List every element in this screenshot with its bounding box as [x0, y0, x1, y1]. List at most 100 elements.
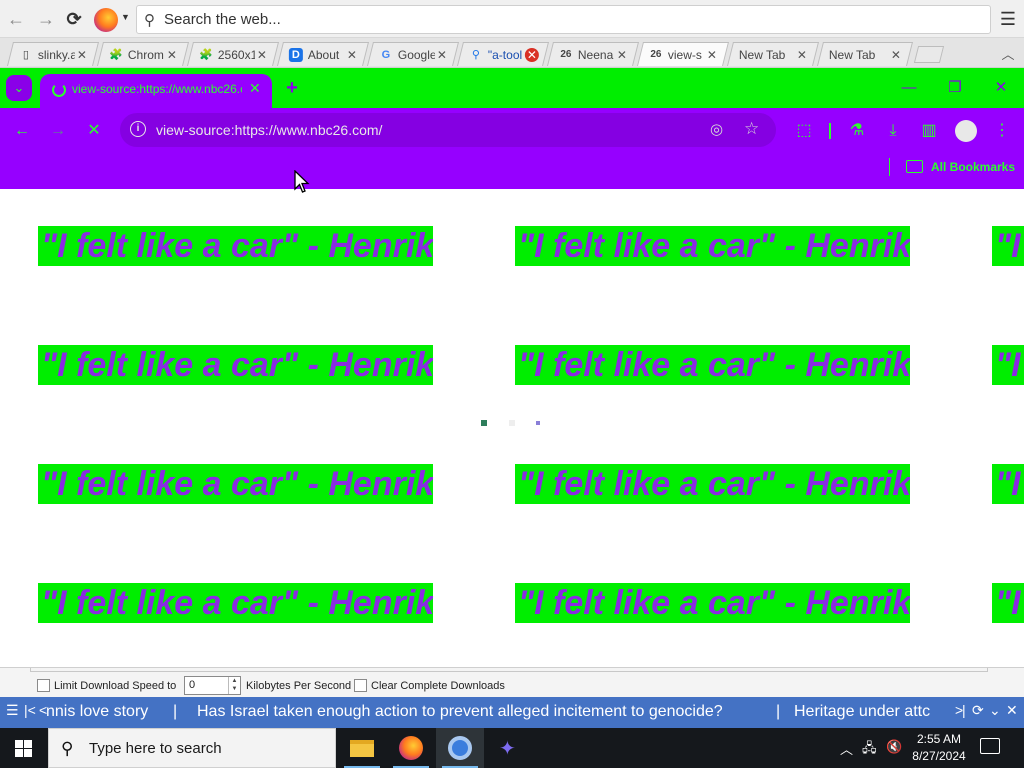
tab-google[interactable]: G Google ✕	[367, 42, 459, 66]
close-icon[interactable]: ✕	[615, 48, 629, 62]
hamburger-menu-icon[interactable]: ☰	[998, 8, 1018, 30]
tab-neena[interactable]: 26 Neena ✕	[547, 42, 639, 66]
panel-frame	[30, 668, 988, 672]
ticker-refresh-icon[interactable]: ⟳	[972, 702, 984, 719]
side-panel-icon[interactable]: ▥	[918, 120, 940, 142]
quote-banner: "I felt like a car" - Henrik	[992, 464, 1024, 504]
banner-text: "I felt like a car" - Henrik	[518, 227, 910, 265]
ticker-track: nnis love story | Has Israel taken enoug…	[20, 697, 952, 728]
tab-new-2[interactable]: New Tab ✕	[817, 42, 913, 66]
file-explorer-button[interactable]	[338, 728, 386, 768]
close-icon[interactable]: ✕	[795, 48, 809, 62]
tab-label: New Tab	[828, 47, 876, 62]
chrome-taskbar-button[interactable]	[436, 728, 484, 768]
tab-chrome-ext[interactable]: 🧩 Chrom ✕	[97, 42, 189, 66]
ticker-last-icon[interactable]: |	[962, 702, 966, 718]
ticker-item[interactable]: Heritage under attc	[794, 703, 930, 721]
site-info-icon[interactable]: i	[130, 121, 146, 137]
tab-a-tool[interactable]: ⚲ "a-tool ✕	[457, 42, 549, 66]
speed-value[interactable]: 0	[189, 679, 195, 691]
close-icon[interactable]: ✕	[524, 47, 539, 62]
puzzle-icon: 🧩	[199, 48, 213, 61]
firefox-taskbar-button[interactable]	[387, 728, 435, 768]
ticker-collapse-icon[interactable]: ⌄	[989, 702, 1001, 719]
d-logo-icon: D	[288, 47, 303, 62]
search-input[interactable]: ⚲ Search the web...	[136, 5, 991, 34]
stop-loading-icon[interactable]: ✕	[83, 120, 105, 142]
unit-label: Kilobytes Per Second	[246, 680, 352, 692]
limit-speed-label: Limit Download Speed to	[54, 680, 177, 692]
ticker-item[interactable]: nnis love story	[46, 703, 148, 721]
search-placeholder: Search the web...	[164, 11, 281, 28]
quote-banner: "I felt like a car" - Henrik	[515, 583, 910, 623]
forward-arrow-icon[interactable]: →	[36, 9, 56, 29]
windows-taskbar: ⚲ Type here to search ✦ ︿ 🖧 🔇 2:55 AM 8/…	[0, 728, 1024, 768]
chevron-down-icon[interactable]: ▼	[121, 12, 130, 22]
download-icon[interactable]: ⤓	[882, 120, 904, 142]
mouse-cursor-icon	[294, 170, 310, 193]
banner-text: "I felt like a car" - Henrik	[995, 227, 1024, 265]
limit-speed-checkbox[interactable]	[37, 679, 50, 692]
firefox-logo-icon[interactable]	[94, 8, 118, 32]
spin-arrows-icon[interactable]: ▲ ▼	[228, 677, 240, 694]
tab-label: New Tab	[738, 47, 786, 62]
close-icon[interactable]: ✕	[75, 48, 89, 62]
back-arrow-icon[interactable]: ←	[11, 120, 33, 142]
volume-muted-icon[interactable]: 🔇	[886, 739, 902, 755]
network-icon[interactable]: 🖧	[862, 739, 877, 761]
folder-icon[interactable]	[906, 160, 923, 173]
kebab-menu-icon[interactable]: ⋮	[991, 120, 1013, 142]
profile-avatar-icon[interactable]	[955, 120, 977, 142]
close-icon[interactable]: ✕	[435, 48, 449, 62]
reload-icon[interactable]: ⟳	[64, 9, 84, 29]
clock-date[interactable]: 8/27/2024	[908, 749, 970, 763]
tab-search-icon[interactable]: ⌄	[6, 75, 32, 101]
close-icon[interactable]: ✕	[255, 48, 269, 62]
ticker-menu-icon[interactable]: ☰	[6, 702, 19, 719]
close-icon[interactable]: ✕	[345, 48, 359, 62]
star-icon[interactable]: ☆	[744, 119, 759, 139]
tab-about[interactable]: D About ✕	[277, 42, 369, 66]
ticker-close-icon[interactable]: ✕	[1006, 702, 1018, 719]
clock-time[interactable]: 2:55 AM	[914, 732, 964, 746]
url-text[interactable]: view-source:https://www.nbc26.com/	[156, 122, 382, 138]
page-viewport: "I felt like a car" - Henrik "I felt lik…	[0, 189, 1024, 667]
chrome-logo-icon	[448, 736, 472, 760]
close-icon[interactable]: ✕	[165, 48, 179, 62]
chevron-up-icon[interactable]: ︿	[998, 44, 1018, 63]
tab-title: view-source:https://www.nbc26.com/	[72, 82, 242, 96]
start-button[interactable]	[0, 728, 48, 768]
pinned-app-button[interactable]: ✦	[485, 728, 533, 768]
notification-center-icon[interactable]	[980, 738, 1000, 754]
firefox-logo-icon	[399, 736, 423, 760]
address-bar[interactable]: i view-source:https://www.nbc26.com/ ◎ ☆	[120, 113, 776, 147]
ticker-item[interactable]: Has Israel taken enough action to preven…	[197, 703, 723, 721]
bird-app-icon: ✦	[499, 738, 516, 760]
forward-arrow-icon[interactable]: →	[47, 120, 69, 142]
tab-slinky[interactable]: ▯ slinky.a ✕	[7, 42, 99, 66]
close-icon[interactable]: ✕	[889, 48, 903, 62]
banner-text: "I felt like a car" - Henrik	[995, 346, 1024, 384]
speed-stepper[interactable]: 0 ▲ ▼	[184, 676, 241, 695]
eye-slash-icon[interactable]: ◎	[710, 120, 723, 138]
lab-flask-icon[interactable]: ⚗	[846, 120, 868, 142]
tab-wallpaper[interactable]: 🧩 2560x1 ✕	[187, 42, 279, 66]
new-tab-plus-icon[interactable]: +	[279, 76, 305, 100]
tab-view-source[interactable]: 26 view-s ✕	[637, 42, 729, 66]
chrome-active-tab[interactable]: view-source:https://www.nbc26.com/ ✕	[40, 74, 272, 108]
loader-dot	[509, 420, 515, 426]
all-bookmarks-link[interactable]: All Bookmarks	[931, 160, 1015, 174]
tab-new-1[interactable]: New Tab ✕	[727, 42, 819, 66]
extensions-icon[interactable]: ⬚	[793, 120, 815, 142]
windows-logo-icon	[24, 740, 32, 748]
clear-complete-checkbox[interactable]	[354, 679, 367, 692]
close-icon[interactable]: ✕	[249, 80, 261, 97]
chevron-up-icon[interactable]: ︿	[840, 739, 853, 758]
taskbar-search-box[interactable]: ⚲ Type here to search	[48, 728, 336, 768]
window-close-icon[interactable]: ✕	[989, 78, 1013, 98]
back-arrow-icon[interactable]: ←	[6, 9, 26, 29]
minimize-icon[interactable]: —	[897, 78, 921, 98]
close-icon[interactable]: ✕	[705, 48, 719, 62]
new-tab-button[interactable]	[913, 46, 945, 63]
restore-icon[interactable]: ❐	[943, 78, 967, 98]
